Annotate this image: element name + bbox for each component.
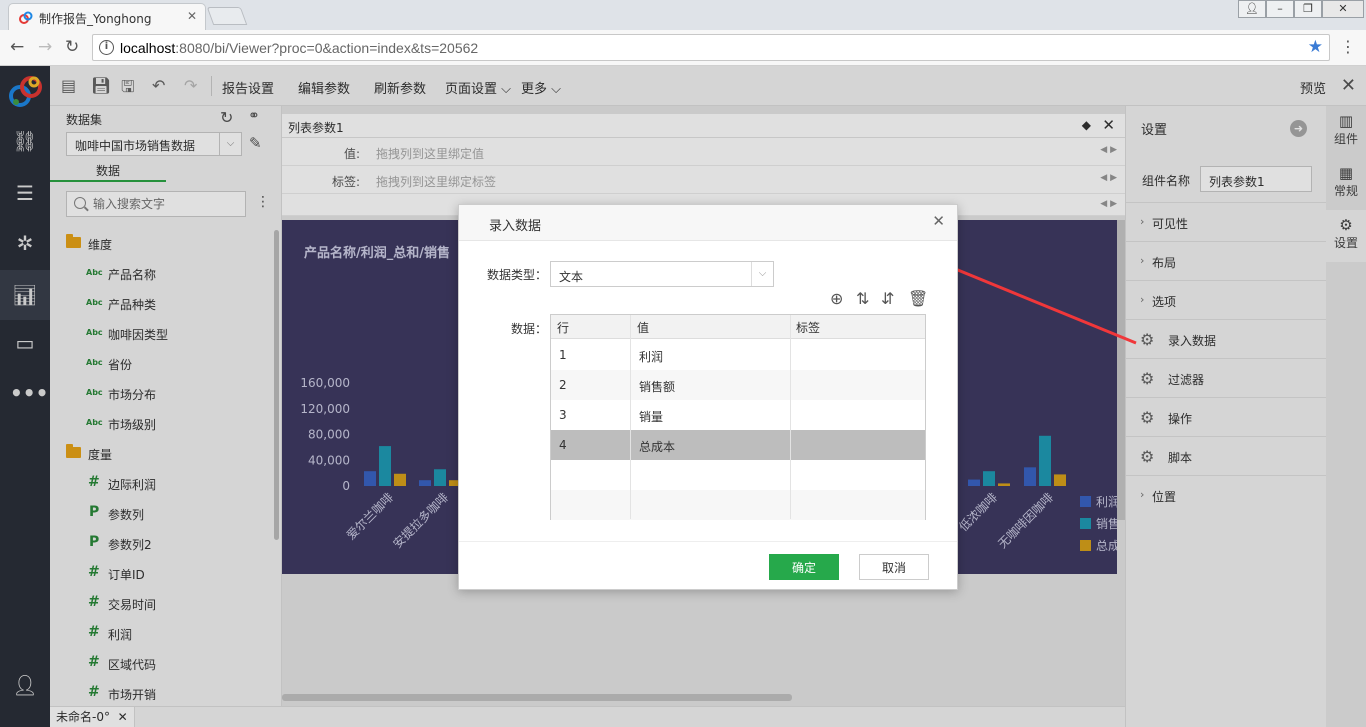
tab-title: 制作报告_Yonghong — [39, 12, 152, 26]
yonghong-logo-icon — [19, 11, 33, 24]
cell-row: 4 — [559, 438, 567, 452]
sort-ascending-icon[interactable]: ⇅ — [856, 289, 869, 308]
table-row[interactable]: 1 利润 — [551, 340, 925, 370]
dialog-header: 录入数据 ✕ — [459, 205, 957, 241]
cell-value[interactable]: 销量 — [639, 408, 663, 425]
column-header-value: 值 — [637, 321, 650, 335]
column-divider — [790, 315, 791, 519]
reload-icon[interactable]: ↻ — [65, 37, 79, 57]
cell-row: 2 — [559, 378, 567, 392]
column-header-row: 行 — [557, 321, 570, 335]
add-row-icon[interactable]: ⊕ — [830, 289, 843, 308]
data-type-value: 文本 — [559, 270, 584, 284]
data-type-select[interactable]: 文本 ⌵ — [550, 261, 774, 287]
column-header-tag: 标签 — [796, 321, 821, 335]
cell-value[interactable]: 利润 — [639, 348, 663, 365]
table-row[interactable]: 4 总成本 — [551, 430, 925, 460]
user-icon[interactable]: 👤︎ — [1238, 0, 1266, 18]
column-divider — [630, 315, 631, 519]
data-label: 数据： — [511, 322, 548, 336]
site-info-icon[interactable]: i — [99, 40, 114, 55]
cell-row: 1 — [559, 348, 567, 362]
url-field[interactable]: i localhost:8080/bi/Viewer?proc=0&action… — [92, 34, 1330, 61]
browser-menu-icon[interactable]: ⋮ — [1340, 37, 1356, 56]
table-row[interactable] — [551, 490, 925, 520]
enter-data-dialog: 录入数据 ✕ 数据类型： 文本 ⌵ ⊕ ⇅ ⇵ 🗑︎ 数据： 行 值 标签 1 利… — [458, 204, 958, 590]
cell-value[interactable]: 销售额 — [639, 378, 675, 395]
cancel-button[interactable]: 取消 — [859, 554, 929, 580]
delete-row-icon[interactable]: 🗑︎ — [908, 289, 928, 308]
dialog-footer-divider — [459, 541, 957, 542]
dialog-close-icon[interactable]: ✕ — [932, 212, 945, 230]
table-row[interactable] — [551, 460, 925, 490]
window-close-icon[interactable]: ✕ — [1322, 0, 1364, 18]
browser-tab[interactable]: 制作报告_Yonghong ✕ — [8, 3, 206, 30]
cell-value[interactable]: 总成本 — [639, 438, 675, 455]
chevron-down-icon: ⌵ — [751, 262, 773, 286]
table-header: 行 值 标签 — [551, 315, 925, 339]
table-row[interactable]: 2 销售额 — [551, 370, 925, 400]
data-entry-table: 行 值 标签 1 利润 2 销售额 3 销量 4 总成本 — [550, 314, 926, 520]
new-tab-button[interactable] — [206, 7, 248, 25]
address-bar: ← → ↻ i localhost:8080/bi/Viewer?proc=0&… — [0, 30, 1366, 66]
bookmark-star-icon[interactable]: ★ — [1308, 37, 1323, 57]
minimize-icon[interactable]: – — [1266, 0, 1294, 18]
browser-tabstrip: 制作报告_Yonghong ✕ 👤︎ – ❐ ✕ — [0, 0, 1366, 30]
forward-icon[interactable]: → — [38, 37, 52, 57]
url-path: :8080/bi/Viewer?proc=0&action=index&ts=2… — [175, 40, 479, 56]
table-row[interactable]: 3 销量 — [551, 400, 925, 430]
tab-close-icon[interactable]: ✕ — [187, 9, 197, 23]
data-type-label: 数据类型： — [487, 268, 548, 282]
back-icon[interactable]: ← — [10, 37, 24, 57]
url-host: localhost — [120, 40, 176, 56]
sort-descending-icon[interactable]: ⇵ — [881, 289, 894, 308]
confirm-button[interactable]: 确定 — [769, 554, 839, 580]
cell-row: 3 — [559, 408, 567, 422]
dialog-title: 录入数据 — [489, 219, 542, 234]
restore-icon[interactable]: ❐ — [1294, 0, 1322, 18]
